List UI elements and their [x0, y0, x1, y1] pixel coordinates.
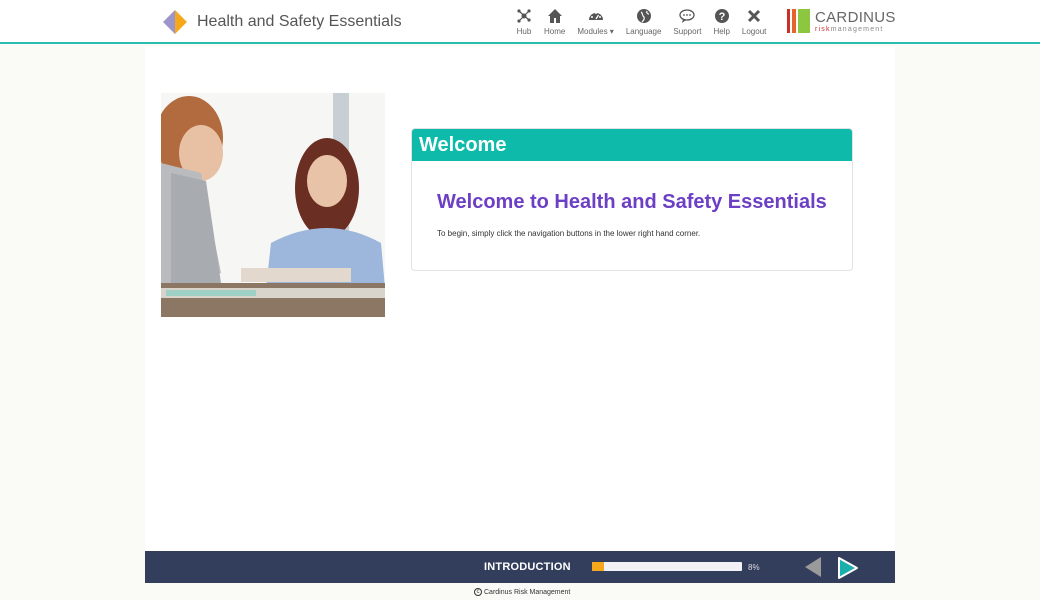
previous-button[interactable]: [803, 556, 823, 583]
top-header: Health and Safety Essentials Hub Home Mo…: [0, 0, 1040, 44]
course-logo-icon: [162, 9, 188, 35]
cardinus-bars-icon: [787, 9, 810, 33]
progress-bar: [592, 562, 742, 571]
content-area: Welcome Welcome to Health and Safety Ess…: [145, 46, 895, 551]
nav-hub[interactable]: Hub: [516, 8, 532, 36]
footer-bar: INTRODUCTION 8%: [145, 551, 895, 583]
nav-support[interactable]: Support: [673, 8, 701, 36]
close-icon: [748, 9, 761, 23]
arrow-left-icon: [805, 557, 821, 577]
top-nav: Hub Home Modules ▾ Language Support ? He…: [510, 8, 772, 36]
welcome-heading: Welcome to Health and Safety Essentials: [437, 191, 827, 213]
nav-help[interactable]: ? Help: [713, 8, 730, 36]
chat-icon: [679, 9, 696, 23]
question-icon: ?: [714, 9, 729, 23]
progress-fill: [592, 562, 604, 571]
copyright-icon: c: [474, 588, 482, 596]
svg-text:?: ?: [718, 11, 725, 23]
section-title: INTRODUCTION: [484, 561, 571, 573]
welcome-photo: [161, 93, 385, 317]
cardinus-logo: CARDINUS riskmanagement: [787, 9, 896, 33]
dashboard-icon: [588, 12, 603, 20]
arrow-right-icon: [838, 557, 858, 579]
globe-icon: [636, 9, 651, 23]
copyright: c Cardinus Risk Management: [474, 588, 570, 596]
course-title: Health and Safety Essentials: [197, 13, 402, 30]
next-button[interactable]: [837, 556, 859, 585]
nav-home[interactable]: Home: [544, 8, 565, 36]
home-icon: [547, 9, 562, 23]
brand: Health and Safety Essentials: [162, 9, 402, 35]
nav-language[interactable]: Language: [626, 8, 661, 36]
nav-logout[interactable]: Logout: [742, 8, 766, 36]
hub-icon: [517, 9, 531, 23]
welcome-instructions: To begin, simply click the navigation bu…: [437, 229, 701, 238]
partner-name: CARDINUS: [815, 8, 896, 26]
card-header: Welcome: [412, 129, 852, 161]
progress-label: 8%: [748, 563, 760, 572]
nav-modules[interactable]: Modules ▾: [577, 8, 614, 36]
partner-sub: riskmanagement: [815, 25, 884, 33]
welcome-card: Welcome Welcome to Health and Safety Ess…: [411, 128, 853, 271]
